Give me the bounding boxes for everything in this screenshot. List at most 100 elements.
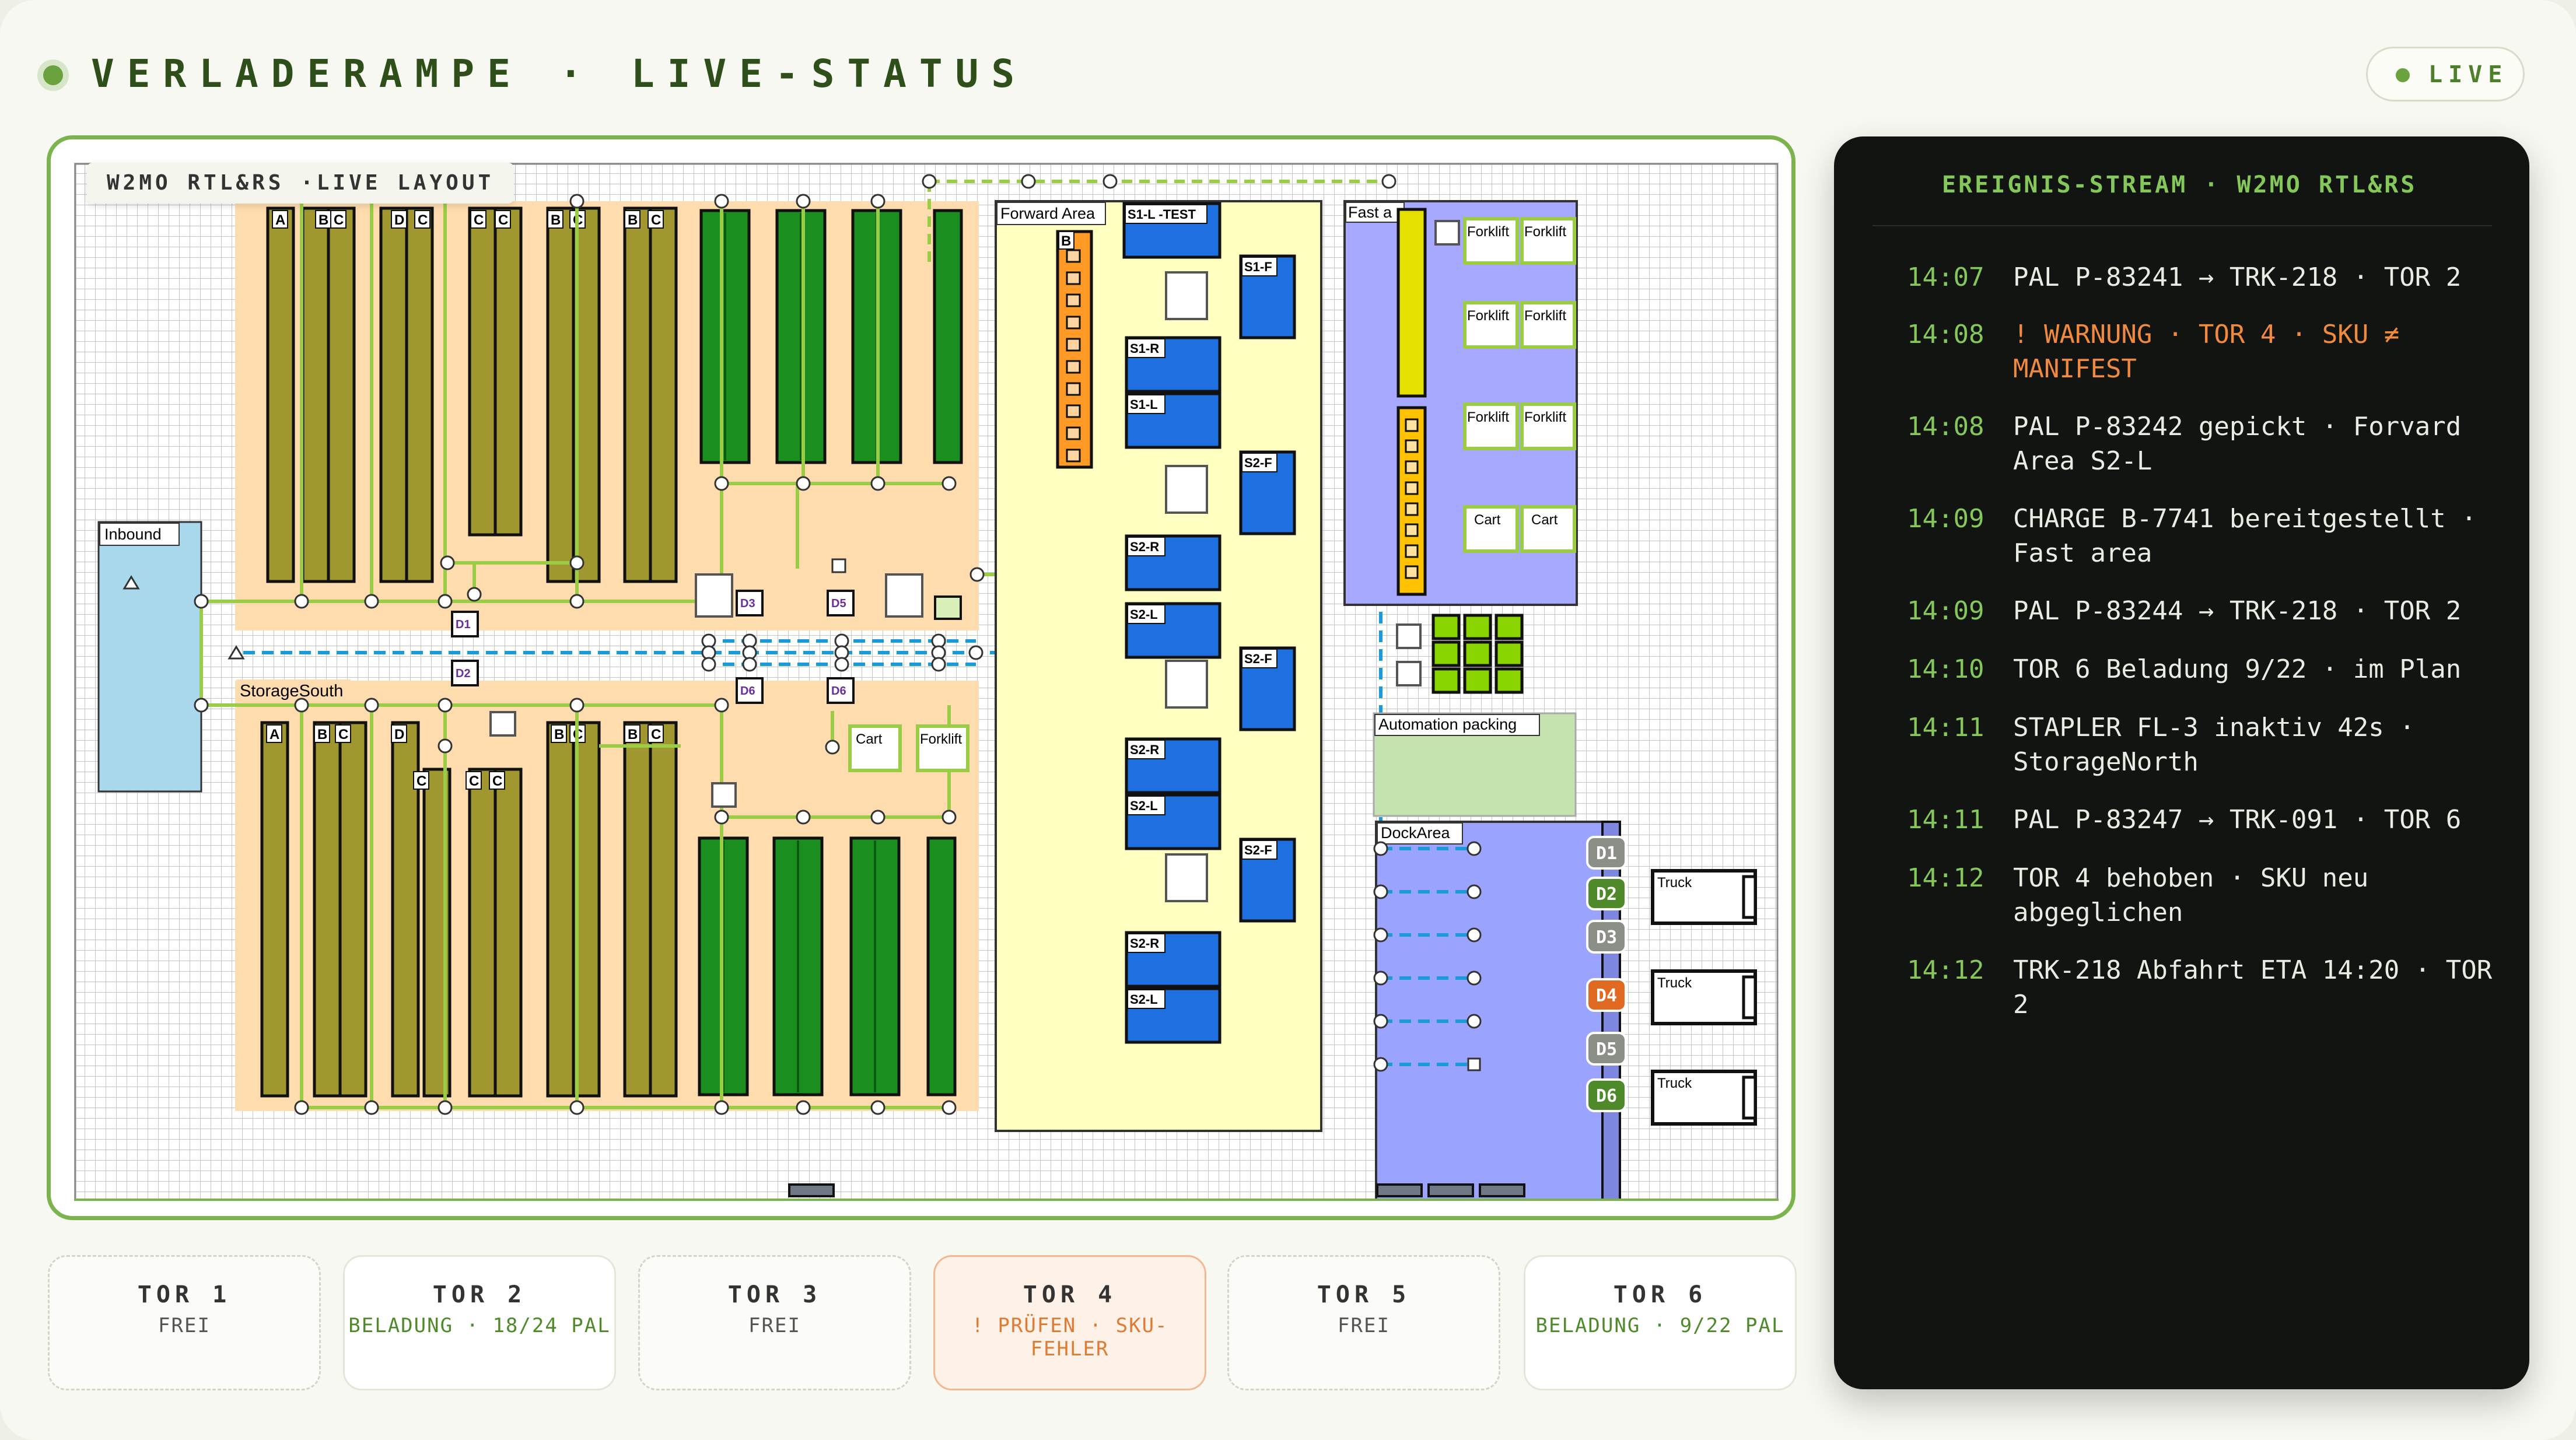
event-time: 14:11	[1907, 805, 1985, 835]
gate-name: TOR 1	[137, 1281, 232, 1308]
svg-text:A: A	[270, 727, 279, 742]
event-message: PAL P-83242 gepickt · Forvard Area S2-L	[2013, 412, 2477, 476]
dock-badge-label: D2	[1596, 884, 1617, 905]
svg-text:A: A	[275, 212, 285, 228]
svg-text:C: C	[651, 727, 661, 742]
svg-text:D: D	[394, 212, 404, 228]
gate-status: FREI	[748, 1314, 801, 1337]
svg-text:Forklift: Forklift	[1524, 308, 1566, 324]
dock-badge-label: D4	[1596, 986, 1617, 1006]
gate-status: FREI	[1338, 1314, 1390, 1337]
svg-text:Truck: Truck	[1657, 1075, 1692, 1091]
svg-text:S2-L: S2-L	[1130, 992, 1158, 1007]
svg-text:S2-L: S2-L	[1130, 798, 1158, 813]
event-message: PAL P-83241 → TRK-218 · TOR 2	[2013, 262, 2462, 292]
svg-text:S1-F: S1-F	[1244, 260, 1272, 274]
svg-text:S1-L -TEST: S1-L -TEST	[1128, 207, 1196, 222]
gate-card-4[interactable]: TOR 4 ! PRÜFEN · SKU-FEHLER	[933, 1255, 1206, 1390]
svg-text:D6: D6	[740, 685, 755, 698]
shelf-b-label: B	[1061, 233, 1071, 249]
svg-text:C: C	[334, 212, 344, 228]
svg-text:S2-L: S2-L	[1130, 607, 1158, 622]
dock-badge-label: D5	[1596, 1039, 1617, 1060]
gate-card-6[interactable]: TOR 6 BELADUNG · 9/22 PAL	[1524, 1255, 1797, 1390]
svg-text:S2-R: S2-R	[1130, 742, 1159, 757]
svg-text:D2: D2	[456, 667, 471, 680]
station-marker	[831, 558, 846, 573]
event-time: 14:10	[1907, 654, 1985, 684]
fast-area-station	[1434, 220, 1460, 246]
svg-text:B: B	[551, 212, 561, 228]
dock-badge-label: D1	[1596, 843, 1617, 864]
svg-text:D: D	[394, 727, 404, 742]
svg-text:C: C	[492, 773, 502, 789]
svg-text:Forklift: Forklift	[920, 731, 962, 747]
trucks: Truck Truck Truck	[1651, 869, 1757, 1126]
svg-text:Forklift: Forklift	[1524, 224, 1566, 240]
event-message: ! WARNUNG · TOR 4 · SKU ≠ MANIFEST	[2013, 320, 2415, 384]
gate-card-1[interactable]: TOR 1 FREI	[48, 1255, 321, 1390]
svg-text:B: B	[628, 727, 638, 742]
svg-text:Cart: Cart	[1531, 512, 1558, 528]
event-message: PAL P-83244 → TRK-218 · TOR 2	[2013, 596, 2462, 626]
svg-text:C: C	[338, 727, 348, 742]
page-title: VERLADERAMPE · LIVE-STATUS	[91, 51, 1028, 96]
svg-text:Forklift: Forklift	[1467, 224, 1509, 240]
svg-text:S2-F: S2-F	[1244, 651, 1272, 666]
svg-text:S2-F: S2-F	[1244, 843, 1272, 857]
svg-text:Forklift: Forklift	[1524, 409, 1566, 425]
event-message: TOR 4 behoben · SKU neu abgeglichen	[2013, 863, 2384, 927]
dock-badge-label: D6	[1596, 1086, 1617, 1106]
map-tag: W2MO RTL&RS ·LIVE LAYOUT	[87, 163, 514, 204]
event-time: 14:08	[1907, 320, 1985, 349]
event-stream-panel[interactable]: EREIGNIS-STREAM · W2MO RTL&RS 14:07 PAL P…	[1834, 136, 2529, 1389]
gate-status: FREI	[158, 1314, 211, 1337]
svg-text:B: B	[317, 727, 327, 742]
event-time: 14:12	[1907, 863, 1985, 893]
dock-area-zone	[1375, 821, 1621, 1201]
gate-name: TOR 4	[1023, 1281, 1117, 1308]
svg-text:S2-R: S2-R	[1130, 539, 1159, 554]
station-marker-green	[934, 595, 962, 620]
inbound-label: Inbound	[104, 525, 162, 543]
gate-name: TOR 3	[727, 1281, 822, 1308]
svg-text:Forklift: Forklift	[1467, 308, 1509, 324]
svg-text:Forklift: Forklift	[1467, 409, 1509, 425]
svg-text:S1-R: S1-R	[1130, 341, 1159, 356]
svg-text:S1-L: S1-L	[1130, 397, 1158, 412]
event-message: PAL P-83247 → TRK-091 · TOR 6	[2013, 805, 2462, 835]
svg-text:C: C	[651, 212, 661, 228]
svg-text:C: C	[416, 773, 426, 789]
event-time: 14:12	[1907, 955, 1985, 985]
gate-status: BELADUNG · 9/22 PAL	[1535, 1314, 1785, 1337]
storage-south-label: StorageSouth	[240, 682, 343, 700]
gate-card-2[interactable]: TOR 2 BELADUNG · 18/24 PAL	[343, 1255, 616, 1390]
event-time: 14:08	[1907, 412, 1985, 442]
gate-status: BELADUNG · 18/24 PAL	[348, 1314, 611, 1337]
svg-text:C: C	[418, 212, 428, 228]
svg-text:C: C	[469, 773, 479, 789]
svg-text:B: B	[318, 212, 328, 228]
gate-card-3[interactable]: TOR 3 FREI	[638, 1255, 911, 1390]
status-dot-icon	[43, 65, 63, 85]
event-time: 14:09	[1907, 596, 1985, 626]
svg-text:Cart: Cart	[856, 731, 883, 747]
svg-text:C: C	[474, 212, 484, 228]
event-stream-title: EREIGNIS-STREAM · W2MO RTL&RS	[1942, 171, 2417, 198]
live-dot-icon	[2396, 68, 2410, 82]
gate-name: TOR 6	[1613, 1281, 1707, 1308]
svg-text:Cart: Cart	[1474, 512, 1501, 528]
gate-card-5[interactable]: TOR 5 FREI	[1227, 1255, 1500, 1390]
live-indicator[interactable]: LIVE	[2366, 47, 2525, 101]
svg-text:S2-R: S2-R	[1130, 936, 1159, 951]
warehouse-layout-map[interactable]: Inbound StorageSouth A B C D C C C B C B…	[74, 163, 1779, 1201]
gate-status: ! PRÜFEN · SKU-FEHLER	[971, 1314, 1168, 1361]
event-stream-divider	[1873, 225, 2492, 226]
automation-packing-label: Automation packing	[1378, 716, 1517, 733]
svg-text:D3: D3	[740, 597, 755, 610]
app-frame: VERLADERAMPE · LIVE-STATUS LIVE Inbound	[0, 0, 2576, 1440]
svg-text:B: B	[554, 727, 564, 742]
svg-text:Truck: Truck	[1657, 975, 1692, 991]
gate-name: TOR 2	[432, 1281, 527, 1308]
svg-text:B: B	[628, 212, 638, 228]
